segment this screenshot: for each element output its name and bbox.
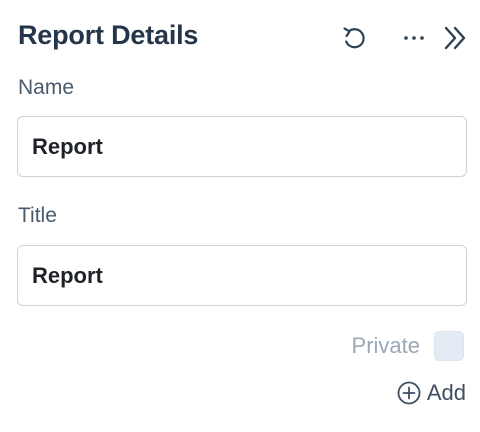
title-input[interactable] xyxy=(17,245,467,306)
private-label: Private xyxy=(351,333,420,358)
collapse-panel-button[interactable] xyxy=(436,18,476,58)
reset-button[interactable] xyxy=(334,18,374,58)
double-chevron-right-icon xyxy=(444,26,466,50)
report-details-panel: Report Details Name Title Private xyxy=(0,0,480,432)
private-checkbox[interactable] xyxy=(434,331,464,361)
more-options-button[interactable] xyxy=(394,18,434,58)
panel-title: Report Details xyxy=(18,20,199,50)
add-label: Add xyxy=(426,380,466,405)
name-input[interactable] xyxy=(17,116,467,177)
panel-header: Report Details xyxy=(18,18,466,60)
add-button[interactable]: Add xyxy=(396,378,466,408)
reset-icon xyxy=(343,27,365,49)
more-horizontal-icon xyxy=(404,36,424,40)
private-row: Private xyxy=(352,330,464,362)
plus-circle-icon xyxy=(397,381,421,405)
name-label: Name xyxy=(18,76,75,99)
title-label: Title xyxy=(18,204,57,227)
